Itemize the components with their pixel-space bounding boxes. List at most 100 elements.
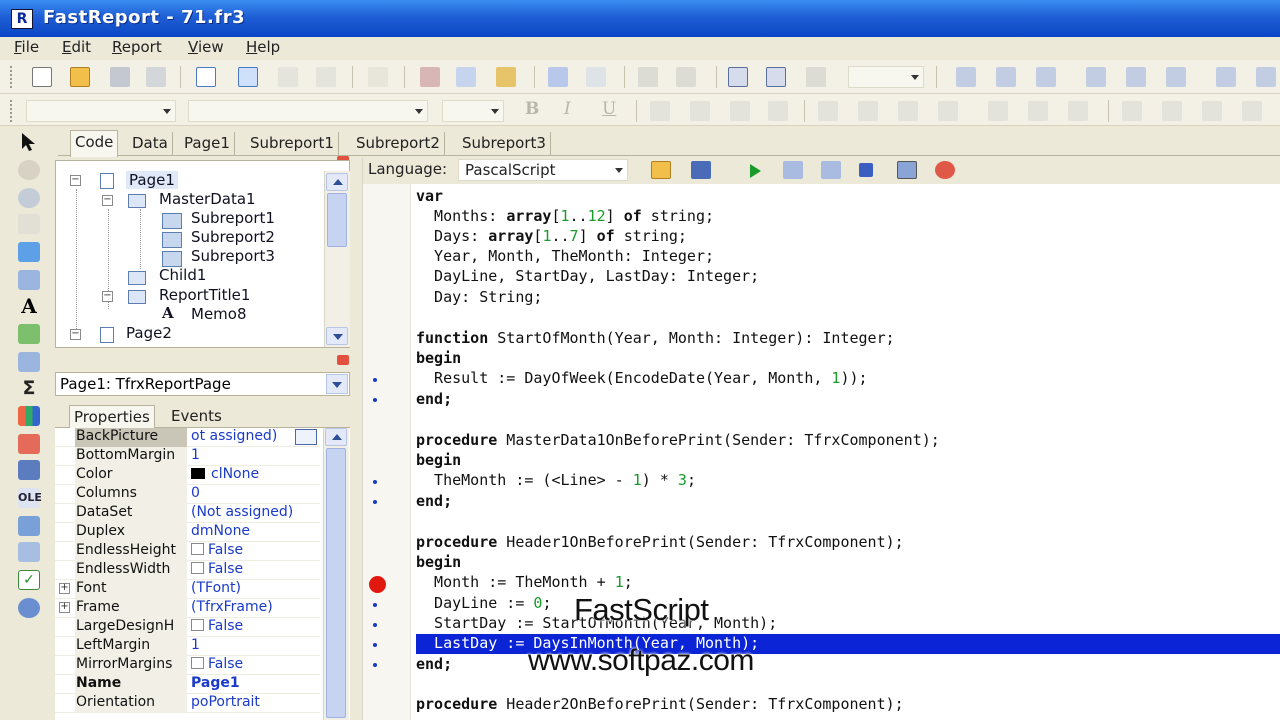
prop-value[interactable]: False: [191, 618, 319, 637]
style-combo[interactable]: [26, 100, 176, 122]
menu-help[interactable]: Help: [246, 38, 280, 56]
barcode-object-icon[interactable]: [18, 434, 40, 454]
prop-value[interactable]: False: [191, 656, 319, 675]
code-line[interactable]: Month := TheMonth + 1;: [416, 573, 633, 593]
checkbox[interactable]: [191, 543, 204, 555]
line-marker[interactable]: [373, 603, 377, 607]
scroll-thumb[interactable]: [326, 448, 346, 718]
cross-tab-icon[interactable]: [18, 542, 40, 562]
prop-value[interactable]: poPortrait: [191, 694, 319, 713]
chevron-down-icon[interactable]: [615, 168, 623, 173]
ellipsis-button[interactable]: [295, 429, 317, 445]
code-line[interactable]: Days: array[1..7] of string;: [416, 227, 687, 247]
text-align-center-icon[interactable]: [858, 101, 878, 121]
menu-file[interactable]: File: [14, 38, 39, 56]
align-right-icon[interactable]: [1036, 67, 1056, 87]
tree-scrollbar[interactable]: [324, 171, 350, 347]
variables-fx-icon[interactable]: [368, 67, 388, 87]
subreport-object-icon[interactable]: [18, 352, 40, 372]
line-marker[interactable]: [373, 623, 377, 627]
tree-item-reporttitle1[interactable]: ReportTitle1: [159, 286, 250, 304]
undo-icon[interactable]: [548, 67, 568, 87]
align-middle-icon[interactable]: [1126, 67, 1146, 87]
text-object-icon[interactable]: A: [18, 296, 40, 316]
line-marker[interactable]: [373, 378, 377, 382]
new-dialog-icon[interactable]: [238, 67, 258, 87]
prop-row-bottommargin[interactable]: BottomMargin 1: [55, 447, 320, 466]
rich-text-icon[interactable]: [18, 516, 40, 536]
font-size-combo[interactable]: [442, 100, 504, 122]
delete-page-icon[interactable]: [278, 67, 298, 87]
align-center-icon[interactable]: [996, 67, 1016, 87]
underline-button[interactable]: U: [602, 99, 616, 119]
menu-report[interactable]: Report: [112, 38, 162, 56]
save-icon[interactable]: [110, 67, 130, 87]
tab-events[interactable]: Events: [167, 405, 226, 428]
tab-properties[interactable]: Properties: [69, 405, 155, 428]
prop-value[interactable]: (TfrxFrame): [191, 599, 319, 618]
zoom-combo[interactable]: [848, 66, 924, 88]
menu-view[interactable]: View: [188, 38, 224, 56]
code-line[interactable]: DayLine := 0;: [416, 594, 551, 614]
new-page-icon[interactable]: [196, 67, 216, 87]
breakpoint-icon[interactable]: [369, 576, 386, 593]
prop-value[interactable]: 1: [191, 637, 319, 656]
checkbox[interactable]: [191, 619, 204, 631]
prop-row-mirrormargins[interactable]: MirrorMargins False: [55, 656, 320, 675]
tab-subreport2[interactable]: Subreport2: [352, 132, 445, 155]
align-bottom-icon[interactable]: [1166, 67, 1186, 87]
text-tool-icon[interactable]: [18, 214, 40, 234]
line-marker[interactable]: [373, 500, 377, 504]
line-marker[interactable]: [373, 663, 377, 667]
align-left-icon[interactable]: [956, 67, 976, 87]
fit-to-grid-icon[interactable]: [806, 67, 826, 87]
save-script-icon[interactable]: [691, 161, 711, 179]
checkbox[interactable]: [191, 657, 204, 669]
picture-object-icon[interactable]: [18, 324, 40, 344]
valign-top-icon[interactable]: [988, 101, 1008, 121]
open-script-icon[interactable]: [651, 161, 671, 179]
code-line[interactable]: Day: String;: [416, 288, 542, 308]
run-script-icon[interactable]: [747, 162, 763, 180]
fastreport-app-icon[interactable]: R: [11, 9, 33, 29]
select-arrow-icon[interactable]: [20, 132, 38, 152]
prop-row-endlessheight[interactable]: EndlessHeight False: [55, 542, 320, 561]
text-justify-icon[interactable]: [938, 101, 958, 121]
italic-button[interactable]: I: [564, 99, 571, 119]
code-line[interactable]: begin: [416, 451, 461, 471]
code-line[interactable]: function StartOfMonth(Year, Month: Integ…: [416, 329, 895, 349]
format-painter-icon[interactable]: [18, 242, 40, 262]
prop-value[interactable]: (Not assigned): [191, 504, 319, 523]
prop-row-name[interactable]: Name Page1: [55, 675, 320, 694]
code-line[interactable]: procedure Header1OnBeforePrint(Sender: T…: [416, 533, 904, 553]
scroll-up-icon[interactable]: [326, 173, 348, 191]
prop-row-font[interactable]: + Font (TFont): [55, 580, 320, 599]
stop-script-icon[interactable]: [859, 163, 873, 177]
scroll-thumb[interactable]: [327, 193, 347, 247]
prop-value[interactable]: 0: [191, 485, 319, 504]
tab-subreport1[interactable]: Subreport1: [246, 132, 339, 155]
code-line[interactable]: procedure Header2OnBeforePrint(Sender: T…: [416, 695, 904, 715]
scroll-up-icon[interactable]: [325, 428, 347, 446]
valign-center-icon[interactable]: [1028, 101, 1048, 121]
prop-value[interactable]: (TFont): [191, 580, 319, 599]
prop-value[interactable]: dmNone: [191, 523, 319, 542]
tree-item-subreport1[interactable]: Subreport1: [191, 209, 275, 227]
code-line[interactable]: Months: array[1..12] of string;: [416, 207, 714, 227]
prop-row-largedesignheight[interactable]: LargeDesignH False: [55, 618, 320, 637]
tab-subreport3[interactable]: Subreport3: [458, 132, 551, 155]
system-text-icon[interactable]: Σ: [18, 378, 40, 398]
code-line[interactable]: procedure MasterData1OnBeforePrint(Sende…: [416, 431, 940, 451]
prop-row-backpicture[interactable]: BackPicture ot assigned): [55, 428, 320, 447]
tree-item-child1[interactable]: Child1: [159, 266, 206, 284]
space-vertical-icon[interactable]: [1256, 67, 1276, 87]
tree-item-memo8[interactable]: Memo8: [191, 305, 247, 323]
copy-icon[interactable]: [456, 67, 476, 87]
inspector-close-icon[interactable]: [337, 355, 349, 365]
code-line[interactable]: begin: [416, 349, 461, 369]
expand-icon[interactable]: +: [59, 602, 70, 613]
text-align-left-icon[interactable]: [818, 101, 838, 121]
highlight-icon[interactable]: [730, 101, 750, 121]
valign-bottom-icon[interactable]: [1068, 101, 1088, 121]
gradient-object-icon[interactable]: [18, 598, 40, 618]
